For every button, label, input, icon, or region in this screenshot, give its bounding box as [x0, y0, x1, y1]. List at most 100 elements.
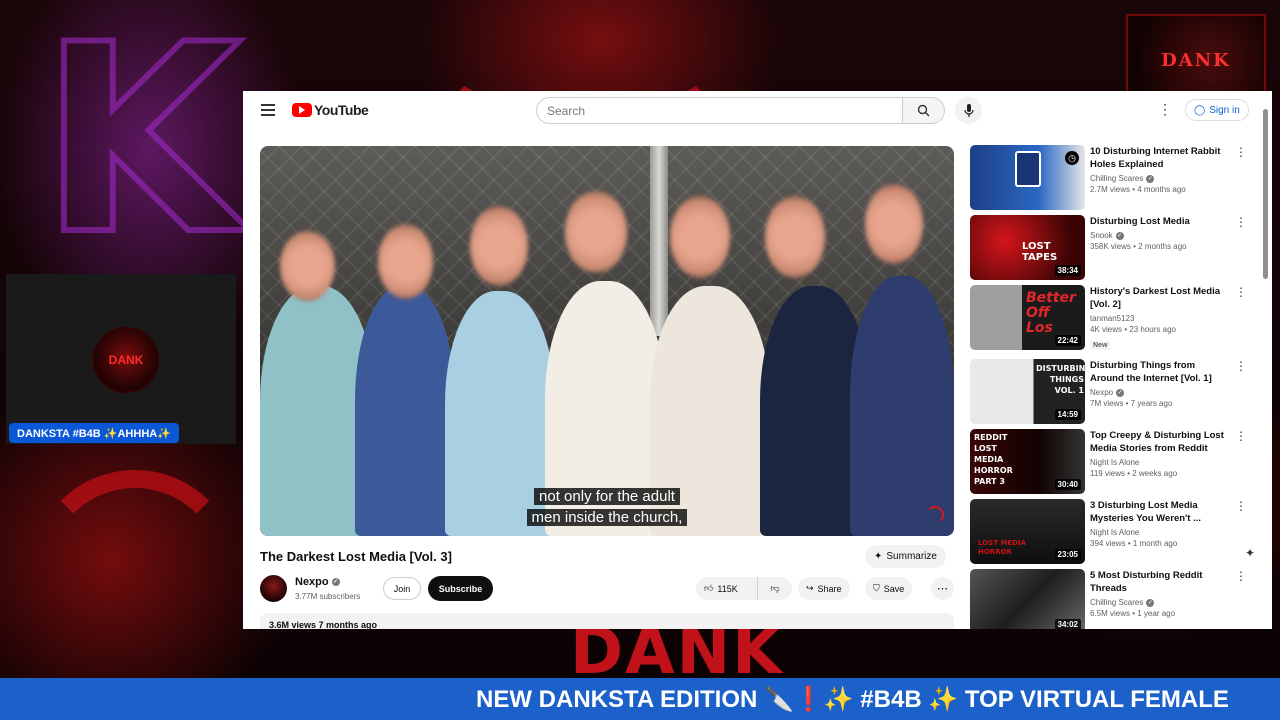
video-title: The Darkest Lost Media [Vol. 3]	[260, 549, 452, 564]
youtube-logo[interactable]: YouTube	[292, 102, 369, 118]
channel-line: Nexpo ✓	[1090, 388, 1230, 397]
more-options-icon[interactable]: ⋮	[1235, 285, 1247, 299]
video-duration: 14:59	[1054, 409, 1081, 420]
summarize-button[interactable]: ✦ Summarize	[865, 545, 946, 568]
more-options-icon[interactable]: ⋮	[1235, 215, 1247, 229]
webcam-box: DANK	[6, 274, 236, 444]
more-options-icon[interactable]: ⋮	[1235, 499, 1247, 513]
fence-pole	[650, 146, 668, 336]
microphone-icon	[963, 104, 974, 117]
more-actions-icon[interactable]: ⋯	[931, 577, 954, 600]
verified-icon: ✓	[1146, 174, 1155, 183]
channel-name-text: Nexpo	[295, 576, 329, 588]
recommended-video[interactable]: LOST TAPES 38:34 Disturbing Lost Media S…	[970, 215, 1260, 281]
blurred-face	[765, 196, 825, 278]
video-duration: 22:42	[1054, 335, 1081, 346]
video-duration: 30:40	[1054, 479, 1081, 490]
channel-name: Chilling Scares	[1090, 174, 1144, 183]
recommended-video[interactable]: DISTURBING THINGS VOL. 1 14:59 Disturbin…	[970, 359, 1260, 425]
share-button[interactable]: ↪ Share	[798, 577, 850, 600]
channel-name: tanman5123	[1090, 314, 1135, 323]
more-options-icon[interactable]: ⋮	[1235, 145, 1247, 159]
verified-icon: ✓	[1115, 231, 1124, 240]
recommended-video[interactable]: Better Off Los 22:42 History's Darkest L…	[970, 285, 1260, 351]
join-button[interactable]: Join	[383, 577, 421, 600]
search-input[interactable]: Search	[536, 97, 902, 124]
video-thumbnail: LOST TAPES 38:34	[970, 215, 1085, 280]
video-info: History's Darkest Lost Media [Vol. 2] ta…	[1090, 285, 1230, 352]
menu-icon[interactable]	[261, 104, 275, 116]
blurred-face	[865, 184, 923, 264]
verified-icon: ✓	[1116, 388, 1125, 397]
channel-name: Chilling Scares	[1090, 598, 1144, 607]
blurred-face	[670, 196, 730, 278]
save-label: Save	[883, 583, 905, 594]
scrollbar-thumb[interactable]	[1263, 109, 1268, 279]
recommended-video[interactable]: ◷ 10 Disturbing Internet Rabbit Holes Ex…	[970, 145, 1260, 211]
voice-search-button[interactable]	[955, 97, 982, 124]
more-options-icon[interactable]: ⋮	[1235, 429, 1247, 443]
channel-name: Snook	[1090, 231, 1113, 240]
more-options-icon[interactable]: ⋮	[1235, 569, 1247, 583]
channel-name: Nexpo	[1090, 388, 1114, 397]
news-ticker: NEW DANKSTA EDITION 🔪❗✨ #B4B ✨ TOP VIRTU…	[0, 678, 1280, 720]
thumbnail-text: LOST MEDIA HORROR	[978, 539, 1026, 556]
caption-line-1: not only for the adult	[534, 488, 680, 505]
person-figure	[355, 286, 455, 536]
blurred-face	[470, 206, 528, 286]
ticker-text: NEW DANKSTA EDITION 🔪❗✨ #B4B ✨ TOP VIRTU…	[476, 685, 1229, 713]
recommended-video[interactable]: LOST MEDIA HORROR 23:05 3 Disturbing Los…	[970, 499, 1260, 565]
video-title: 5 Most Disturbing Reddit Threads	[1090, 570, 1203, 594]
thumbs-down-icon: 👎︎	[770, 583, 780, 593]
video-thumbnail: REDDIT LOST MEDIA HORROR PART 3 30:40	[970, 429, 1085, 494]
video-player[interactable]: not only for the adult men inside the ch…	[260, 146, 954, 536]
pga-tour-logo	[1015, 151, 1041, 187]
description-box[interactable]: 3.6M views 7 months ago	[260, 613, 954, 629]
bookmark-icon: ⛉	[873, 583, 880, 593]
search-icon	[917, 104, 930, 117]
recommended-video[interactable]: REDDIT LOST MEDIA HORROR PART 3 30:40 To…	[970, 429, 1260, 495]
sparkle-icon: ✦	[874, 551, 883, 562]
video-info: 10 Disturbing Internet Rabbit Holes Expl…	[1090, 145, 1230, 194]
video-thumbnail: ◷	[970, 145, 1085, 210]
youtube-play-icon	[292, 103, 312, 117]
red-swirl-graphic	[30, 470, 240, 680]
subscriber-count: 3.77M subscribers	[295, 592, 361, 601]
clock-icon: ◷	[1065, 151, 1079, 165]
caption-line-2: men inside the church,	[526, 509, 688, 526]
ai-sparkle-icon[interactable]: ✦	[1245, 546, 1255, 560]
channel-name[interactable]: Nexpo ✓	[295, 576, 340, 588]
settings-kebab-icon[interactable]: ⋮	[1158, 101, 1172, 118]
video-meta: 358K views • 2 months ago	[1090, 242, 1187, 251]
sign-in-button[interactable]: ◯ Sign in	[1185, 99, 1249, 121]
dislike-button[interactable]: 👎︎	[758, 577, 792, 600]
thumbnail-text: REDDIT LOST MEDIA HORROR PART 3	[974, 433, 1013, 486]
user-icon: ◯	[1194, 104, 1206, 116]
page-scrollbar[interactable]	[1263, 101, 1269, 626]
video-info: Disturbing Things from Around the Intern…	[1090, 359, 1230, 408]
like-button[interactable]: 👍︎ 115K	[696, 577, 758, 600]
recommended-video[interactable]: 34:02 5 Most Disturbing Reddit Threads C…	[970, 569, 1260, 629]
like-count: 115K	[717, 583, 738, 594]
person-figure	[850, 276, 954, 536]
thumbnail-text: LOST TAPES	[1022, 241, 1058, 263]
more-options-icon[interactable]: ⋮	[1235, 359, 1247, 373]
subscribe-button[interactable]: Subscribe	[428, 576, 493, 601]
share-icon: ↪	[806, 583, 814, 593]
thumbnail-text: Better Off Los	[1026, 290, 1076, 336]
avatar-logo-text: DANK	[108, 353, 144, 367]
sign-in-label: Sign in	[1209, 104, 1240, 116]
blurred-face	[280, 231, 335, 301]
views-and-date: 3.6M views 7 months ago	[269, 620, 378, 629]
video-title: Disturbing Lost Media	[1090, 216, 1190, 227]
verified-icon: ✓	[331, 578, 340, 586]
youtube-header: YouTube Search ⋮ ◯ Sign in	[243, 91, 1272, 129]
video-meta: 7M views • 7 years ago	[1090, 399, 1173, 408]
channel-line: Snook ✓	[1090, 231, 1230, 240]
search-button[interactable]	[902, 97, 945, 124]
verified-icon: ✓	[1146, 598, 1155, 607]
thumbs-up-icon: 👍︎	[704, 583, 714, 593]
channel-avatar[interactable]	[260, 575, 287, 602]
save-button[interactable]: ⛉ Save	[865, 577, 913, 600]
video-duration: 34:02	[1054, 619, 1081, 629]
